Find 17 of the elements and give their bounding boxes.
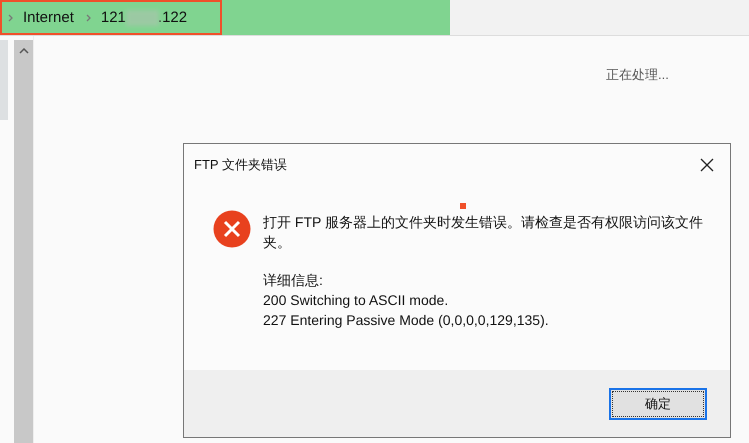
dialog-title: FTP 文件夹错误 xyxy=(194,156,287,174)
details-line: 200 Switching to ASCII mode. xyxy=(263,291,450,310)
address-bar[interactable]: Internet 121 .122 xyxy=(0,0,450,35)
status-text: 正在处理... xyxy=(606,66,669,84)
ok-button[interactable]: 确定 xyxy=(609,388,707,420)
breadcrumb-item[interactable]: 121 xyxy=(100,9,126,26)
blurred-region xyxy=(126,10,159,26)
scrollbar[interactable] xyxy=(14,40,33,443)
chevron-icon[interactable] xyxy=(8,14,13,22)
details-label: 详细信息: xyxy=(263,271,324,290)
error-icon xyxy=(213,210,251,248)
breadcrumb-item[interactable]: Internet xyxy=(23,9,74,26)
breadcrumb-item[interactable]: .122 xyxy=(158,9,188,26)
close-icon[interactable] xyxy=(700,158,714,172)
error-message: 打开 FTP 服务器上的文件夹时发生错误。请检查是否有权限访问该文件夹。 xyxy=(263,213,704,252)
details-line: 227 Entering Passive Mode (0,0,0,0,129,135). xyxy=(263,311,550,330)
chevron-icon[interactable] xyxy=(86,14,91,22)
